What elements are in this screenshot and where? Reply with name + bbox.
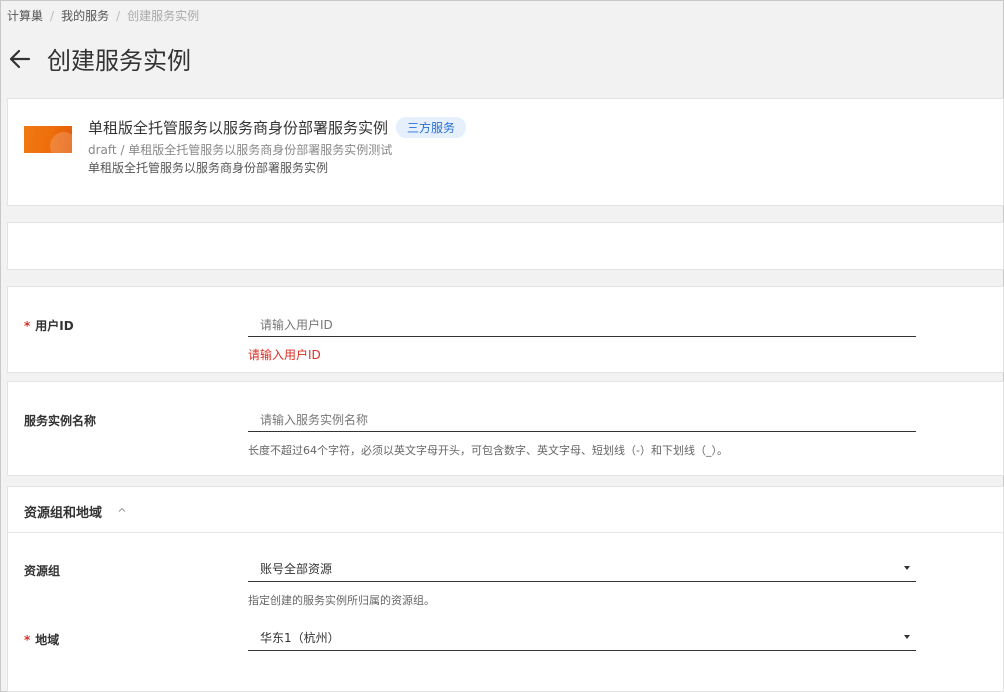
service-type-badge: 三方服务 (396, 117, 467, 138)
user-id-error: 请输入用户ID (248, 348, 321, 362)
breadcrumb-current: 创建服务实例 (127, 9, 200, 23)
instance-name-help: 长度不超过64个字符，必须以英文字母开头，可包含数字、英文字母、短划线（-）和下… (248, 444, 728, 457)
breadcrumb: 计算巢 / 我的服务 / 创建服务实例 (7, 7, 199, 24)
instance-name-label: 服务实例名称 (24, 414, 97, 428)
service-description: 单租版全托管服务以服务商身份部署服务实例 (88, 161, 329, 175)
service-version-path: draft / 单租版全托管服务以服务商身份部署服务实例测试 (88, 143, 393, 157)
region-value: 华东1（杭州） (260, 631, 340, 645)
region-label-text: 地域 (35, 633, 60, 647)
page-header: 创建服务实例 (7, 41, 191, 76)
resource-group-help: 指定创建的服务实例所归属的资源组。 (248, 594, 435, 607)
resource-group-value: 账号全部资源 (260, 562, 333, 576)
app-window: 计算巢 / 我的服务 / 创建服务实例 创建服务实例 单租版全托管服务以服务商身份部署服… (0, 0, 1004, 692)
user-id-section: * 用户ID 请输入用户ID (7, 286, 1004, 373)
breadcrumb-separator: / (116, 9, 121, 23)
resource-group-label: 资源组 (24, 564, 61, 578)
service-logo (24, 126, 72, 153)
breadcrumb-link-my-services[interactable]: 我的服务 (61, 9, 109, 23)
region-label: * 地域 (24, 631, 59, 648)
dropdown-caret-icon (904, 635, 910, 639)
required-mark: * (24, 319, 31, 333)
user-id-input[interactable] (248, 313, 916, 337)
page-title: 创建服务实例 (47, 47, 191, 75)
section-header: 资源组和地域 (8, 487, 1003, 533)
instance-name-section: 服务实例名称 长度不超过64个字符，必须以英文字母开头，可包含数字、英文字母、短… (7, 381, 1004, 476)
chevron-up-icon[interactable] (118, 506, 126, 514)
service-name-row: 单租版全托管服务以服务商身份部署服务实例 三方服务 (88, 117, 467, 138)
resource-region-section: 资源组和地域 资源组 账号全部资源 指定创建的服务实例所归属的资源组。 * 地域 … (7, 486, 1004, 692)
required-mark: * (24, 633, 31, 647)
instance-name-input[interactable] (248, 408, 916, 432)
breadcrumb-link-compute-nest[interactable]: 计算巢 (7, 9, 43, 23)
service-info-card: 单租版全托管服务以服务商身份部署服务实例 三方服务 draft / 单租版全托管… (7, 98, 1004, 206)
region-select[interactable]: 华东1（杭州） (248, 625, 916, 651)
empty-panel (7, 222, 1004, 270)
user-id-label: * 用户ID (24, 317, 74, 334)
dropdown-caret-icon (904, 566, 910, 570)
arrow-left-icon[interactable] (7, 46, 33, 72)
breadcrumb-separator: / (50, 9, 55, 23)
service-name: 单租版全托管服务以服务商身份部署服务实例 (88, 119, 389, 137)
section-title: 资源组和地域 (24, 506, 103, 521)
user-id-label-text: 用户ID (35, 319, 74, 333)
resource-group-select[interactable]: 账号全部资源 (248, 556, 916, 582)
